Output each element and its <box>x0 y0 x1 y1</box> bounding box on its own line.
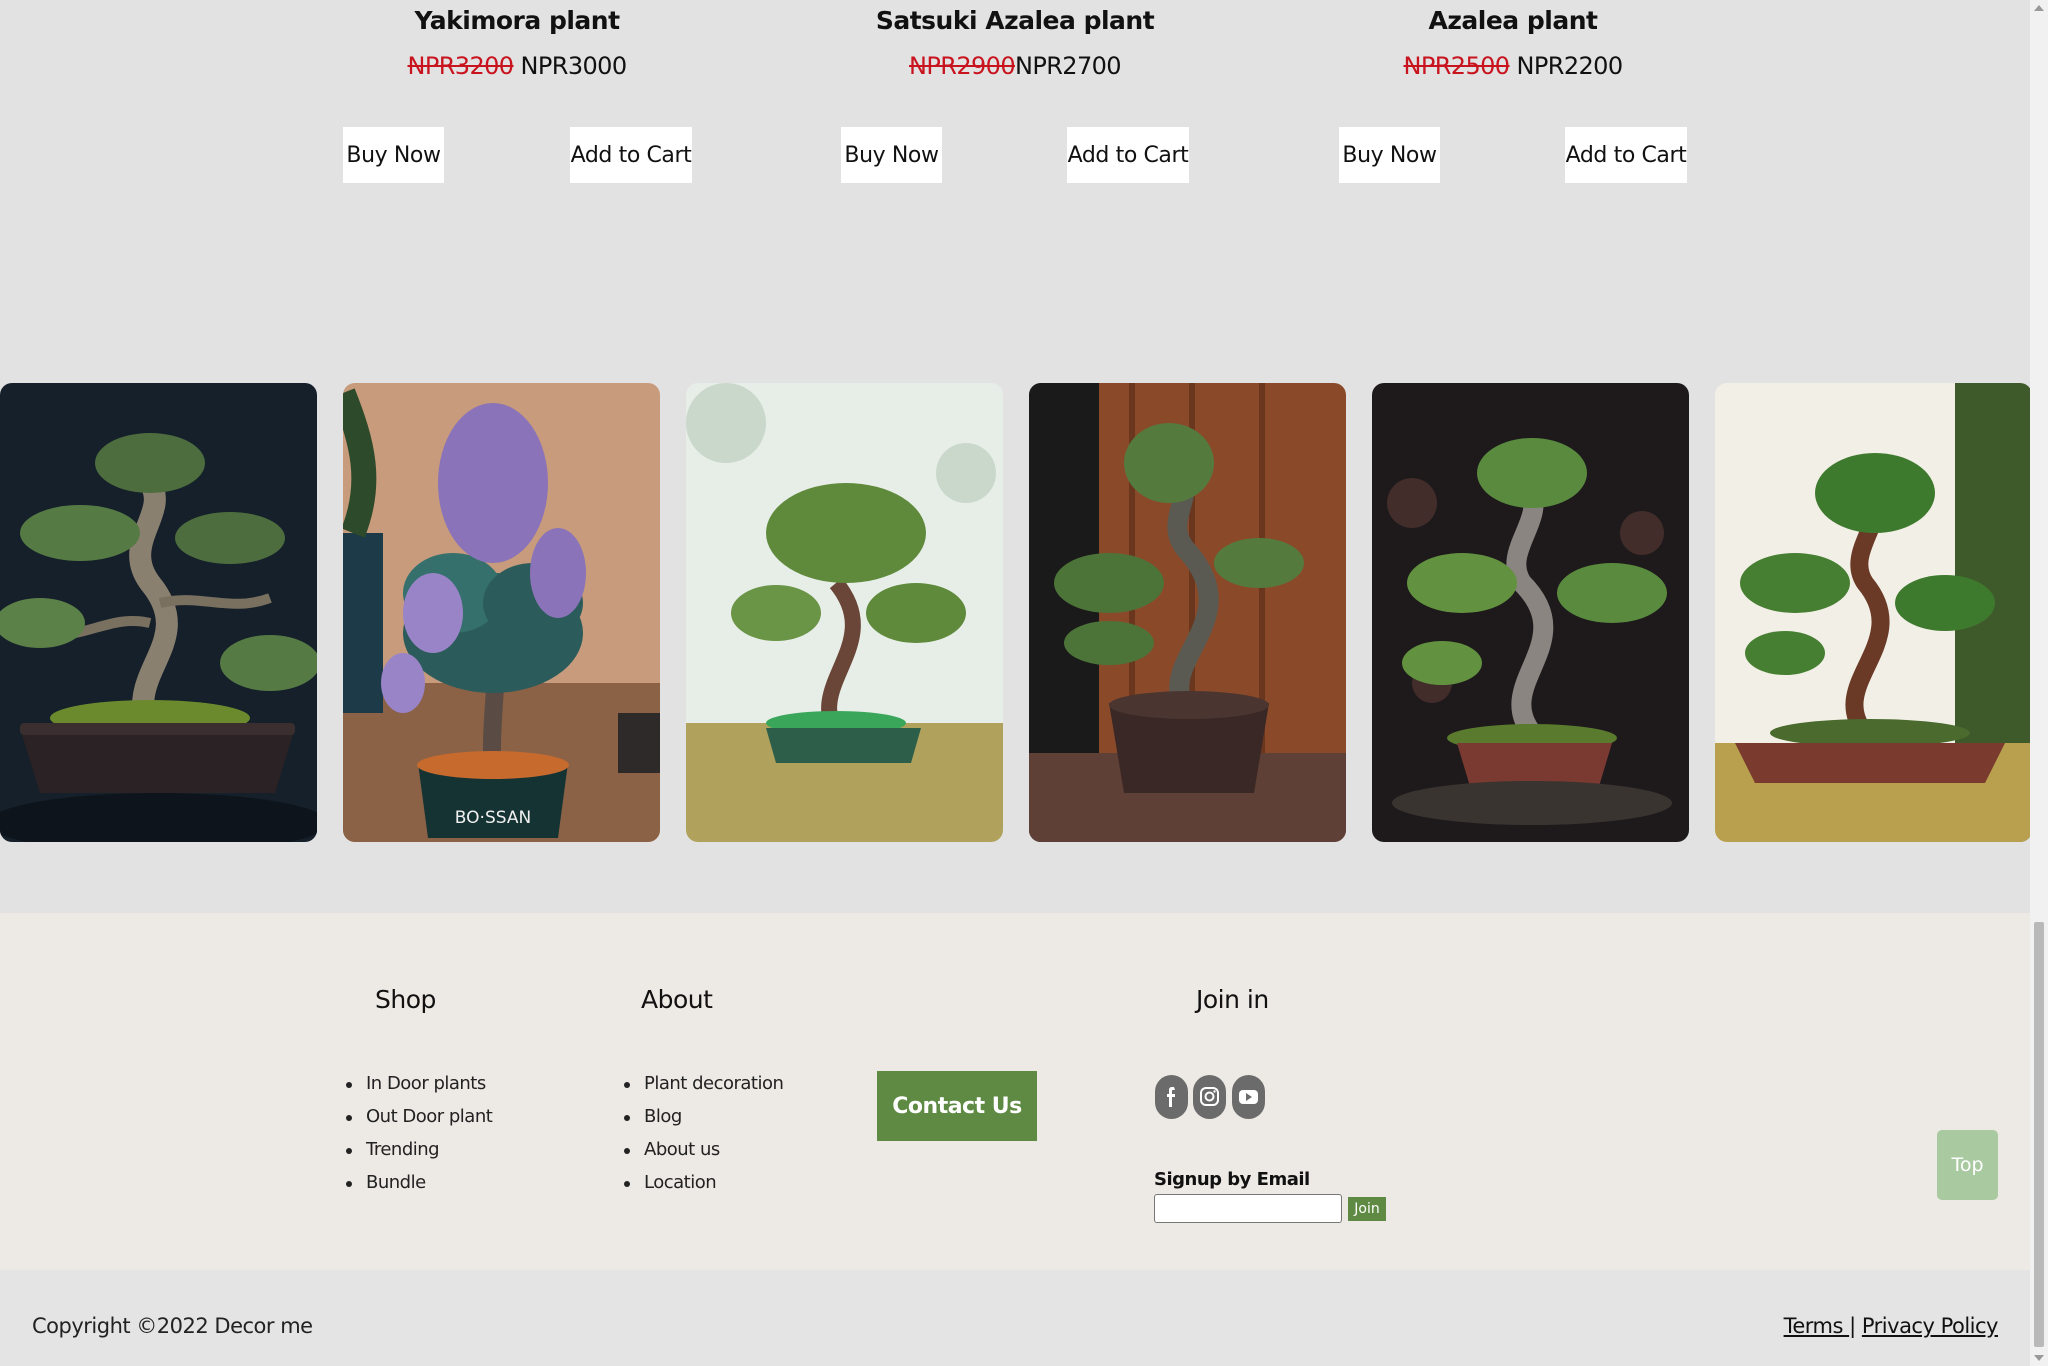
product-name: Yakimora plant <box>414 6 620 35</box>
bonsai-gallery: BO·SSAN <box>0 383 2032 843</box>
buy-now-button[interactable]: Buy Now <box>841 127 942 183</box>
product-card: Azalea plant NPR2500 NPR2200 Buy Now Add… <box>1323 0 1703 183</box>
shop-heading: Shop <box>375 985 436 1014</box>
instagram-icon[interactable] <box>1193 1075 1226 1119</box>
legal-links: Terms | Privacy Policy <box>1784 1314 1999 1338</box>
product-row: Yakimora plant NPR3200 NPR3000 Buy Now A… <box>0 0 2030 380</box>
terms-link[interactable]: Terms <box>1784 1314 1850 1338</box>
buy-now-button[interactable]: Buy Now <box>343 127 444 183</box>
old-price: NPR2500 <box>1403 52 1511 80</box>
light-background-bonsai <box>686 383 1003 842</box>
old-price: NPR2900 <box>909 52 1016 80</box>
signup-label: Signup by Email <box>1154 1169 1310 1190</box>
join-button[interactable]: Join <box>1348 1197 1386 1221</box>
copyright-text: Copyright ©2022 Decor me <box>32 1314 313 1338</box>
product-card: Yakimora plant NPR3200 NPR3000 Buy Now A… <box>327 0 707 183</box>
product-price: NPR3200 NPR3000 <box>327 52 707 80</box>
link-about-us[interactable]: About us <box>624 1139 783 1172</box>
link-bundle[interactable]: Bundle <box>346 1172 492 1205</box>
scroll-up-arrow-icon[interactable] <box>2034 5 2044 11</box>
product-price: NPR2900NPR2700 <box>825 52 1205 80</box>
purple-flowering-bonsai: BO·SSAN <box>343 383 660 842</box>
add-to-cart-button[interactable]: Add to Cart <box>570 127 692 183</box>
link-out-door-plant[interactable]: Out Door plant <box>346 1106 493 1139</box>
back-to-top-button[interactable]: Top <box>1937 1130 1998 1200</box>
dark-background-twisted-bonsai <box>0 383 317 842</box>
link-in-door-plants[interactable]: In Door plants <box>346 1073 492 1106</box>
add-to-cart-button[interactable]: Add to Cart <box>1067 127 1189 183</box>
product-name: Satsuki Azalea plant <box>875 6 1155 35</box>
bonsai-image-card[interactable] <box>1372 383 1689 842</box>
bonsai-image-card[interactable] <box>0 383 317 842</box>
shop-links: In Door plants Out Door plant Trending B… <box>346 1073 493 1205</box>
sunlit-bonsai <box>1715 383 2032 842</box>
site-footer: Shop In Door plants Out Door plant Trend… <box>0 913 2030 1270</box>
scrollbar-thumb[interactable] <box>2034 922 2044 1347</box>
youtube-icon[interactable] <box>1232 1075 1265 1119</box>
product-price: NPR2500 NPR2200 <box>1323 52 1703 80</box>
page-scrollbar[interactable] <box>2030 0 2048 1366</box>
buy-now-button[interactable]: Buy Now <box>1339 127 1440 183</box>
product-card: Satsuki Azalea plant NPR2900NPR2700 Buy … <box>825 0 1205 183</box>
bonsai-image-card[interactable] <box>686 383 1003 842</box>
link-plant-decoration[interactable]: Plant decoration <box>624 1073 784 1106</box>
add-to-cart-button[interactable]: Add to Cart <box>1565 127 1687 183</box>
privacy-policy-link[interactable]: Privacy Policy <box>1862 1314 1999 1338</box>
bonsai-image-card[interactable] <box>1029 383 1346 842</box>
legal-separator: | <box>1849 1314 1856 1338</box>
join-heading: Join in <box>1196 985 1269 1014</box>
bottom-bar: Copyright ©2022 Decor me Terms | Privacy… <box>0 1270 2030 1366</box>
link-trending[interactable]: Trending <box>346 1139 492 1172</box>
wooden-wall-bonsai <box>1029 383 1346 842</box>
link-blog[interactable]: Blog <box>624 1106 783 1139</box>
bonsai-image-card[interactable] <box>1715 383 2032 842</box>
new-price: NPR2700 <box>1015 52 1122 80</box>
new-price: NPR3000 <box>520 52 628 80</box>
scroll-down-arrow-icon[interactable] <box>2034 1355 2044 1361</box>
product-name: Azalea plant <box>1428 6 1598 35</box>
contact-us-button[interactable]: Contact Us <box>877 1071 1037 1141</box>
dark-bokeh-bonsai <box>1372 383 1689 842</box>
facebook-icon[interactable] <box>1155 1075 1188 1119</box>
about-heading: About <box>641 985 713 1014</box>
bonsai-image-card[interactable]: BO·SSAN <box>343 383 660 842</box>
link-location[interactable]: Location <box>624 1172 783 1205</box>
about-links: Plant decoration Blog About us Location <box>624 1073 784 1205</box>
email-field[interactable] <box>1154 1194 1342 1223</box>
pot-label: BO·SSAN <box>455 808 531 828</box>
new-price: NPR2200 <box>1516 52 1624 80</box>
old-price: NPR3200 <box>407 52 515 80</box>
